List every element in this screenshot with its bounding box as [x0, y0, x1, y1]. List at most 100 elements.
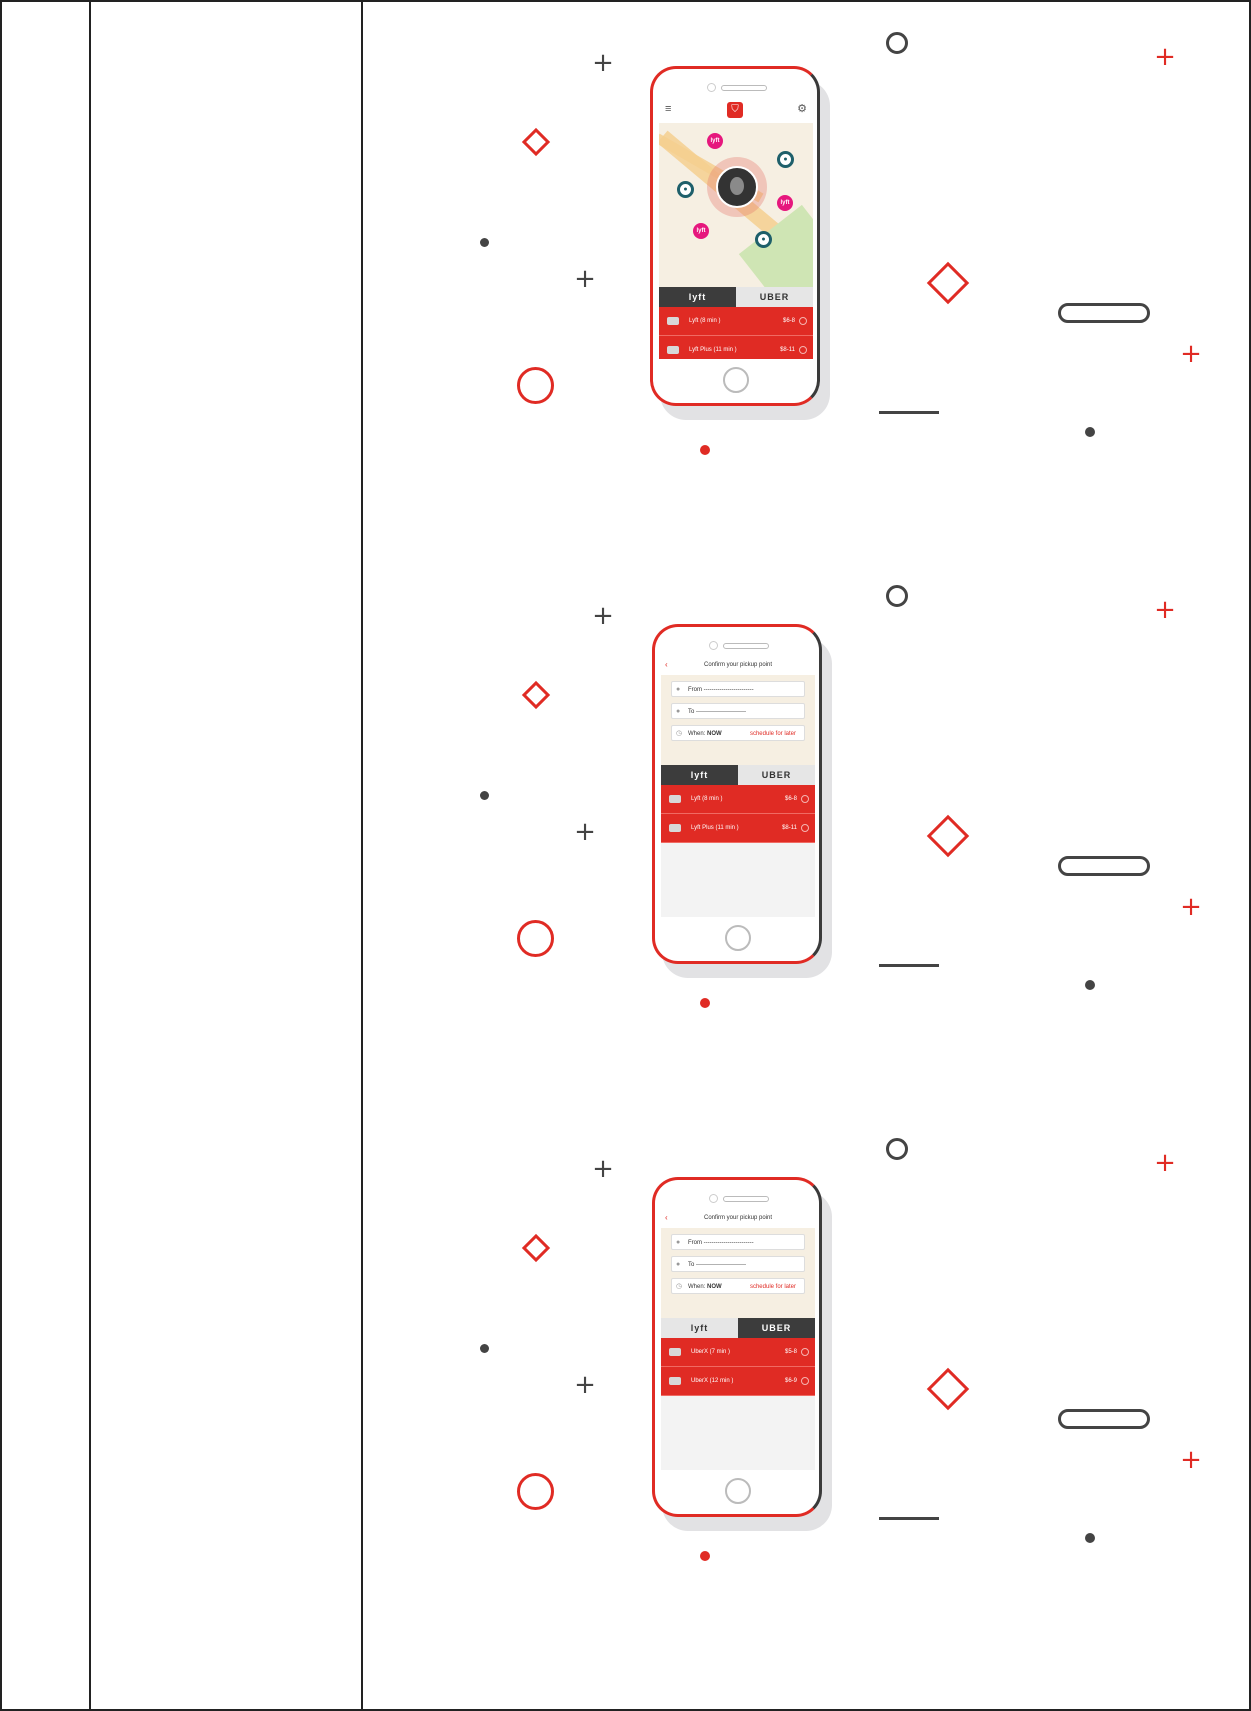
dash-shape: [879, 1517, 939, 1520]
confirm-header: ‹ Confirm your pickup point: [661, 655, 815, 675]
provider-tabs: lyft UBER: [659, 287, 813, 307]
circle-shape: [886, 585, 908, 607]
lyft-car-icon[interactable]: lyft: [693, 223, 709, 239]
ride-name: Lyft Plus (11 min ): [691, 825, 739, 831]
from-field[interactable]: ● From -------------------------: [671, 1234, 805, 1250]
info-icon[interactable]: [801, 795, 809, 803]
diamond-shape: [926, 1367, 970, 1411]
ride-name: Lyft Plus (11 min ): [689, 347, 737, 353]
plus-icon: +: [1180, 339, 1202, 369]
to-value: To -------------------------: [688, 1262, 746, 1268]
plus-icon: +: [592, 1154, 614, 1184]
ride-price: $6-8: [782, 318, 795, 324]
phone-screen: ‹ Confirm your pickup point ● From -----…: [661, 1208, 815, 1470]
menu-icon[interactable]: ≡: [665, 103, 671, 115]
map-view[interactable]: lyft ● ● lyft lyft ●: [659, 123, 813, 287]
confirm-header: ‹ Confirm your pickup point: [661, 1208, 815, 1228]
plus-icon: +: [574, 817, 596, 847]
tab-uber[interactable]: UBER: [736, 287, 813, 307]
car-icon: [667, 317, 679, 325]
lyft-car-icon[interactable]: lyft: [707, 133, 723, 149]
ride-option[interactable]: UberX (12 min ) $6-9: [661, 1367, 815, 1396]
location-pin-icon: ●: [676, 686, 681, 693]
circle-shape: [517, 1473, 554, 1510]
ride-option[interactable]: Lyft (8 min ) $6-8: [661, 785, 815, 814]
location-pin-icon: ●: [676, 1261, 681, 1268]
dot-shape: [1085, 1533, 1095, 1543]
lyft-car-icon[interactable]: lyft: [777, 195, 793, 211]
column-divider-1: [89, 0, 91, 1711]
uber-car-icon[interactable]: ●: [755, 231, 772, 248]
mockup-section-3: + + + + ‹ Confirm your pickup point ● Fr…: [362, 1106, 1251, 1659]
ride-name: Lyft (8 min ): [689, 318, 721, 324]
tab-uber[interactable]: UBER: [738, 765, 815, 785]
ride-price: $5-8: [784, 1349, 797, 1355]
info-icon[interactable]: [801, 824, 809, 832]
mockup-section-2: + + + + ‹ Confirm your pickup point ● Fr…: [362, 553, 1251, 1106]
phone-mockup: ≡ ⛉ ⚙ lyft ● ● lyft lyft ● lyft UBER Lyf…: [650, 66, 830, 420]
tab-lyft[interactable]: lyft: [661, 1318, 738, 1338]
from-field[interactable]: ● From -------------------------: [671, 681, 805, 697]
speaker-grille: [723, 1196, 769, 1202]
home-button[interactable]: [725, 925, 751, 951]
uber-car-icon[interactable]: ●: [777, 151, 794, 168]
camera-icon: [709, 641, 718, 650]
info-icon[interactable]: [801, 1377, 809, 1385]
car-icon: [669, 1377, 681, 1385]
car-icon: [667, 346, 679, 354]
when-label: When:: [688, 1284, 706, 1290]
when-field[interactable]: ◷ When: NOW schedule for later: [671, 725, 805, 741]
home-button[interactable]: [725, 1478, 751, 1504]
to-field[interactable]: ● To -------------------------: [671, 703, 805, 719]
from-value: From -------------------------: [688, 687, 754, 693]
uber-car-icon[interactable]: ●: [677, 181, 694, 198]
pill-shape: [1058, 1409, 1150, 1429]
ride-option[interactable]: UberX (7 min ) $5-8: [661, 1338, 815, 1367]
dash-shape: [879, 964, 939, 967]
ride-name: UberX (12 min ): [691, 1378, 734, 1384]
gear-icon[interactable]: ⚙: [797, 102, 807, 115]
page-title: Confirm your pickup point: [703, 1215, 773, 1221]
ride-option[interactable]: Lyft (8 min ) $6-8: [659, 307, 813, 336]
when-field[interactable]: ◷ When: NOW schedule for later: [671, 1278, 805, 1294]
phone-screen: ≡ ⛉ ⚙ lyft ● ● lyft lyft ● lyft UBER Lyf…: [659, 97, 813, 359]
diamond-shape: [521, 680, 551, 710]
schedule-later-link[interactable]: schedule for later: [750, 1279, 796, 1295]
clock-icon: ◷: [676, 730, 683, 737]
ride-price: $8-11: [780, 347, 795, 353]
avatar[interactable]: [716, 166, 758, 208]
app-topbar: ≡ ⛉ ⚙: [659, 97, 813, 123]
plus-icon: +: [1154, 595, 1176, 625]
plus-icon: +: [1180, 892, 1202, 922]
ride-option[interactable]: Lyft Plus (11 min ) $8-11: [661, 814, 815, 843]
dot-shape: [700, 998, 710, 1008]
info-icon[interactable]: [799, 346, 807, 354]
plus-icon: +: [1180, 1445, 1202, 1475]
info-icon[interactable]: [799, 317, 807, 325]
provider-tabs: lyft UBER: [661, 1318, 815, 1338]
dot-shape: [700, 1551, 710, 1561]
to-field[interactable]: ● To -------------------------: [671, 1256, 805, 1272]
ride-option[interactable]: Lyft Plus (11 min ) $8-11: [659, 336, 813, 359]
schedule-later-link[interactable]: schedule for later: [750, 726, 796, 742]
speaker-grille: [721, 85, 767, 91]
phone-screen: ‹ Confirm your pickup point ● From -----…: [661, 655, 815, 917]
dot-shape: [480, 1344, 489, 1353]
app-logo-icon: ⛉: [727, 102, 743, 118]
tab-lyft[interactable]: lyft: [659, 287, 736, 307]
home-button[interactable]: [723, 367, 749, 393]
circle-shape: [517, 920, 554, 957]
empty-area: [661, 843, 815, 917]
tab-uber[interactable]: UBER: [738, 1318, 815, 1338]
info-icon[interactable]: [801, 1348, 809, 1356]
ride-price: $6-9: [784, 1378, 797, 1384]
location-pin-icon: ●: [676, 708, 681, 715]
diamond-shape: [926, 814, 970, 858]
car-icon: [669, 795, 681, 803]
tab-lyft[interactable]: lyft: [661, 765, 738, 785]
dot-shape: [480, 791, 489, 800]
pill-shape: [1058, 856, 1150, 876]
car-icon: [669, 824, 681, 832]
camera-icon: [709, 1194, 718, 1203]
to-value: To -------------------------: [688, 709, 746, 715]
